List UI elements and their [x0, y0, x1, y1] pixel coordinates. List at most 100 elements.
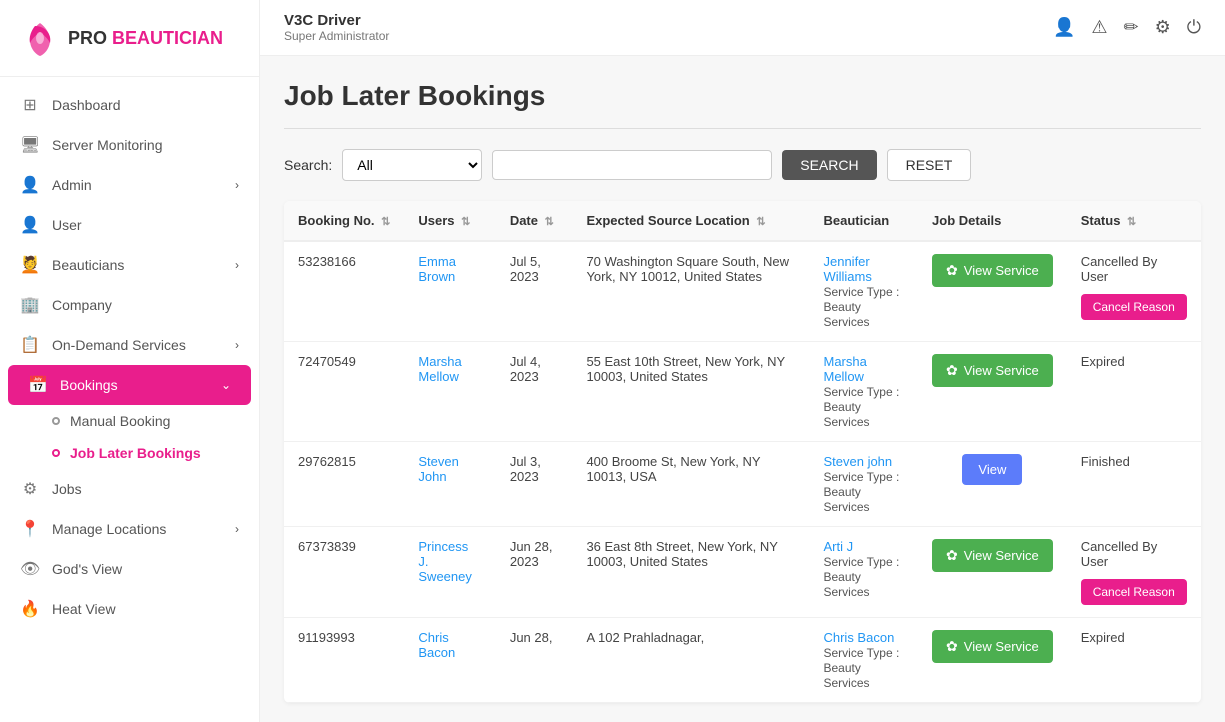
- sidebar-item-dashboard[interactable]: ⊞ Dashboard: [0, 85, 259, 125]
- logo-text: PRO BEAUTICIAN: [68, 28, 223, 49]
- status-text: Expired: [1081, 630, 1125, 645]
- sort-icon: ⇅: [545, 216, 554, 228]
- sidebar-sub-item-manual-booking[interactable]: Manual Booking: [0, 405, 259, 437]
- sidebar-item-on-demand-services[interactable]: 📋 On-Demand Services ›: [0, 325, 259, 365]
- profile-icon[interactable]: 👤: [1053, 17, 1075, 38]
- beautician-link[interactable]: Jennifer Williams: [823, 254, 871, 284]
- status-cell: Finished: [1067, 442, 1201, 527]
- bookings-icon: 📅: [28, 375, 48, 395]
- user-role: Super Administrator: [284, 29, 389, 43]
- bookings-table-wrapper: Booking No. ⇅ Users ⇅ Date ⇅ Expected So…: [284, 201, 1201, 703]
- status-text: Cancelled By User: [1081, 539, 1187, 569]
- search-bar: Search: All Booking No. User Beautician …: [284, 149, 1201, 181]
- job-details-cell: ✿ View Service: [918, 241, 1067, 342]
- sidebar-item-bookings[interactable]: 📅 Bookings ⌄: [8, 365, 251, 405]
- job-details-cell: ✿ View Service: [918, 342, 1067, 442]
- service-type: Service Type : Beauty Services: [823, 646, 899, 690]
- sidebar-item-gods-view[interactable]: 👁 God's View: [0, 549, 259, 589]
- search-label: Search:: [284, 157, 332, 173]
- company-icon: 🏢: [20, 295, 40, 315]
- search-select[interactable]: All Booking No. User Beautician: [342, 149, 482, 181]
- service-type: Service Type : Beauty Services: [823, 470, 899, 514]
- col-beautician: Beautician: [809, 201, 918, 241]
- location-icon: 📍: [20, 519, 40, 539]
- service-type: Service Type : Beauty Services: [823, 555, 899, 599]
- beautician-cell: Chris Bacon Service Type : Beauty Servic…: [809, 618, 918, 703]
- power-icon[interactable]: ⏻: [1187, 17, 1201, 38]
- sidebar-nav: ⊞ Dashboard 🖥 Server Monitoring 👤 Admin …: [0, 77, 259, 722]
- sidebar-item-admin[interactable]: 👤 Admin ›: [0, 165, 259, 205]
- sidebar-item-label: Beauticians: [52, 257, 124, 273]
- sidebar-sub-label: Manual Booking: [70, 413, 170, 429]
- date-cell: Jun 28, 2023: [496, 527, 573, 618]
- status-text: Expired: [1081, 354, 1125, 369]
- sidebar-item-label: Manage Locations: [52, 521, 166, 537]
- status-text: Cancelled By User: [1081, 254, 1187, 284]
- view-service-button[interactable]: ✿ View Service: [932, 539, 1053, 572]
- sidebar-item-label: On-Demand Services: [52, 337, 186, 353]
- cancel-reason-button[interactable]: Cancel Reason: [1081, 579, 1187, 605]
- reset-button[interactable]: RESET: [887, 149, 972, 181]
- warning-icon[interactable]: ⚠: [1091, 17, 1107, 38]
- search-button[interactable]: SEARCH: [782, 150, 876, 180]
- chevron-right-icon: ›: [235, 522, 239, 536]
- table-body: 53238166 Emma Brown Jul 5, 2023 70 Washi…: [284, 241, 1201, 703]
- beautician-link[interactable]: Marsha Mellow: [823, 354, 866, 384]
- chevron-right-icon: ›: [235, 178, 239, 192]
- sidebar-item-manage-locations[interactable]: 📍 Manage Locations ›: [0, 509, 259, 549]
- sidebar-item-jobs[interactable]: ⚙ Jobs: [0, 469, 259, 509]
- beautician-link[interactable]: Chris Bacon: [823, 630, 894, 645]
- settings-icon[interactable]: ⚙: [1155, 17, 1171, 38]
- view-button[interactable]: View: [962, 454, 1022, 485]
- sidebar-item-company[interactable]: 🏢 Company: [0, 285, 259, 325]
- user-link[interactable]: Steven John: [418, 454, 458, 484]
- search-input[interactable]: [492, 150, 772, 180]
- location-cell: 36 East 8th Street, New York, NY 10003, …: [572, 527, 809, 618]
- dot-icon: [52, 417, 60, 425]
- jobs-icon: ⚙: [20, 479, 40, 499]
- sidebar-sub-label: Job Later Bookings: [70, 445, 201, 461]
- sidebar-item-label: Company: [52, 297, 112, 313]
- user-link[interactable]: Princess J. Sweeney: [418, 539, 471, 584]
- view-service-label: View Service: [964, 363, 1039, 378]
- sidebar-sub-item-job-later-bookings[interactable]: Job Later Bookings: [0, 437, 259, 469]
- beauticians-icon: 💆: [20, 255, 40, 275]
- date-cell: Jul 5, 2023: [496, 241, 573, 342]
- view-service-button[interactable]: ✿ View Service: [932, 254, 1053, 287]
- sidebar-item-beauticians[interactable]: 💆 Beauticians ›: [0, 245, 259, 285]
- cancel-reason-button[interactable]: Cancel Reason: [1081, 294, 1187, 320]
- user-cell: Chris Bacon: [404, 618, 495, 703]
- user-link[interactable]: Marsha Mellow: [418, 354, 461, 384]
- status-cell: Cancelled By User Cancel Reason: [1067, 241, 1201, 342]
- service-type: Service Type : Beauty Services: [823, 385, 899, 429]
- page-body: Job Later Bookings Search: All Booking N…: [260, 56, 1225, 722]
- sidebar-item-label: Server Monitoring: [52, 137, 163, 153]
- sidebar-item-label: Jobs: [52, 481, 82, 497]
- bookings-table: Booking No. ⇅ Users ⇅ Date ⇅ Expected So…: [284, 201, 1201, 703]
- beautician-link[interactable]: Arti J: [823, 539, 853, 554]
- edit-icon[interactable]: ✏: [1124, 17, 1139, 38]
- sort-icon: ⇅: [461, 216, 470, 228]
- sidebar-item-heat-view[interactable]: 🔥 Heat View: [0, 589, 259, 629]
- sidebar-item-label: User: [52, 217, 82, 233]
- user-cell: Steven John: [404, 442, 495, 527]
- beautician-link[interactable]: Steven john: [823, 454, 892, 469]
- table-row: 91193993 Chris Bacon Jun 28, A 102 Prahl…: [284, 618, 1201, 703]
- location-cell: A 102 Prahladnagar,: [572, 618, 809, 703]
- booking-no-cell: 29762815: [284, 442, 404, 527]
- sidebar-item-label: Heat View: [52, 601, 116, 617]
- sidebar-item-label: Dashboard: [52, 97, 121, 113]
- view-service-button[interactable]: ✿ View Service: [932, 630, 1053, 663]
- user-link[interactable]: Chris Bacon: [418, 630, 455, 660]
- user-link[interactable]: Emma Brown: [418, 254, 456, 284]
- beautician-cell: Marsha Mellow Service Type : Beauty Serv…: [809, 342, 918, 442]
- view-service-label: View Service: [964, 263, 1039, 278]
- sidebar-item-server-monitoring[interactable]: 🖥 Server Monitoring: [0, 125, 259, 165]
- booking-no-cell: 72470549: [284, 342, 404, 442]
- table-header-row: Booking No. ⇅ Users ⇅ Date ⇅ Expected So…: [284, 201, 1201, 241]
- user-cell: Marsha Mellow: [404, 342, 495, 442]
- view-service-button[interactable]: ✿ View Service: [932, 354, 1053, 387]
- sidebar-item-user[interactable]: 👤 User: [0, 205, 259, 245]
- fire-icon: 🔥: [20, 599, 40, 619]
- booking-no-cell: 53238166: [284, 241, 404, 342]
